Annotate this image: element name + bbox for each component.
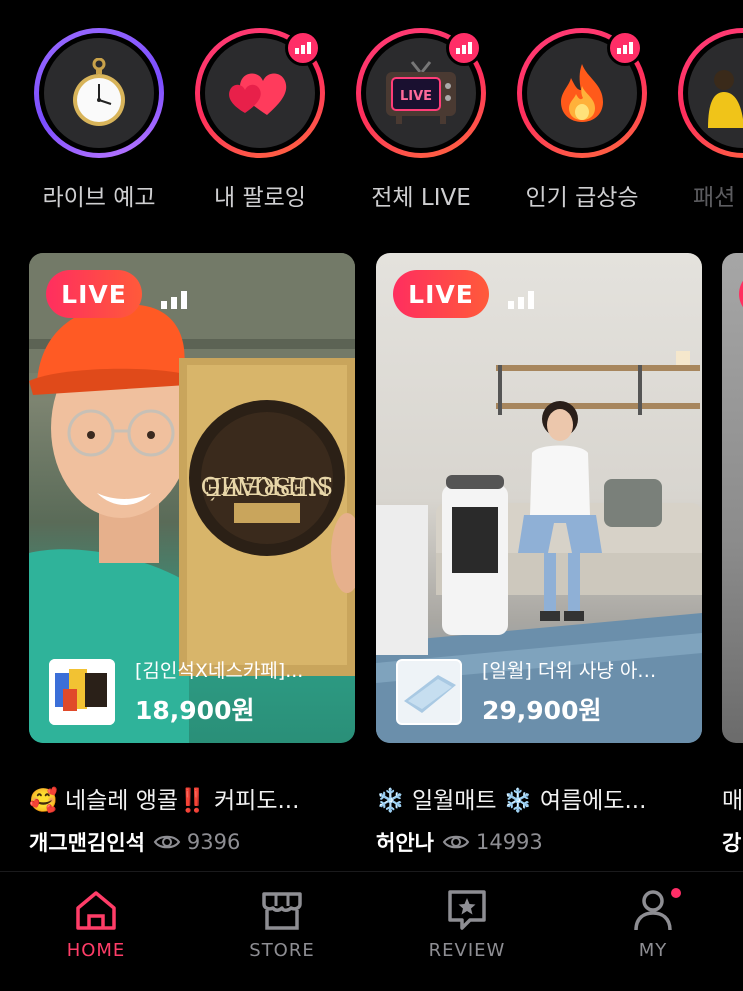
story-ring [678,28,743,158]
signal-bars-icon [508,289,534,309]
mat-product-image [398,660,460,723]
story-all-live[interactable]: LIVE 전체 LIVE [353,28,489,212]
person-icon [708,70,743,128]
live-signal-badge [446,30,482,66]
live-card[interactable]: NESCAFÉ SUPREMO LIVE [김인석X네스카페]... 18,90… [29,253,355,853]
story-label: 전체 LIVE [371,185,471,211]
view-count: 9396 [186,830,241,853]
story-ring [34,28,164,158]
live-title[interactable]: 매 [722,781,743,815]
nav-label: STORE [249,940,315,961]
eye-icon [153,835,181,849]
home-icon [76,891,116,930]
live-tv-icon: LIVE [386,61,456,124]
live-card-list: NESCAFÉ SUPREMO LIVE [김인석X네스카페]... 18,90… [0,253,743,853]
host-name[interactable]: 강 [722,827,741,853]
live-meta: 개그맨김인석 9396 [29,827,355,853]
live-badge [739,270,743,318]
live-meta: 허안나 14993 [376,827,702,853]
fire-icon [561,64,603,122]
live-card[interactable]: 매 강 [722,253,743,853]
live-title[interactable]: ❄️ 일월매트 ❄️ 여름에도... [376,781,706,815]
live-card[interactable]: LIVE [일월] 더위 사냥 아… 29,900원 ❄️ 일월매트 ❄️ 여름… [376,253,702,853]
story-row: 라이브 예고 내 팔로잉 LIVE 전체 LIVE 인기 급상승 패션 [0,28,743,218]
signal-bars-icon [617,42,633,54]
signal-bars-icon [295,42,311,54]
live-meta: 강 [722,827,743,853]
signal-bars-icon [161,289,187,309]
product-price: 18,900원 [135,696,255,725]
tv-live-text: LIVE [400,89,432,104]
hearts-icon [229,73,287,115]
live-signal-badge [285,30,321,66]
story-trending[interactable]: 인기 급상승 [514,28,650,212]
live-badge: LIVE [393,270,489,318]
nav-label: MY [638,940,668,961]
nav-my[interactable]: MY [583,888,723,961]
story-live-preview[interactable]: 라이브 예고 [31,28,167,212]
nav-review[interactable]: REVIEW [397,888,537,961]
story-ring [517,28,647,158]
view-count: 14993 [475,830,543,853]
signal-bars-icon [456,42,472,54]
story-label: 라이브 예고 [42,185,156,211]
product-price: 29,900원 [482,696,602,725]
nav-label: REVIEW [428,940,506,961]
featured-product[interactable]: [일월] 더위 사냥 아… 29,900원 [396,656,696,727]
story-following[interactable]: 내 팔로잉 [192,28,328,212]
live-thumbnail[interactable]: NESCAFÉ SUPREMO LIVE [김인석X네스카페]... 18,90… [29,253,355,743]
pocket-watch-icon [73,58,125,126]
nav-store[interactable]: STORE [212,888,352,961]
nav-label: HOME [66,940,126,961]
live-title[interactable]: 🥰 네슬레 앵콜‼️ 커피도... [29,781,359,815]
story-ring: LIVE [356,28,486,158]
product-name: [김인석X네스카페]... [135,660,304,682]
host-name[interactable]: 개그맨김인석 [29,827,145,853]
bottom-nav: HOME STORE REVIEW MY [0,871,743,991]
product-thumbnail[interactable] [396,658,462,725]
story-label: 인기 급상승 [525,185,639,211]
user-icon [634,890,672,931]
host-name[interactable]: 허안나 [376,827,434,853]
review-star-icon [448,890,486,930]
live-thumbnail[interactable] [722,253,743,743]
product-name: [일월] 더위 사냥 아… [482,660,657,682]
coffee-product-image [49,658,115,725]
store-icon [262,892,302,930]
story-fashion[interactable]: 패션 [675,28,743,212]
nav-home[interactable]: HOME [26,888,166,961]
eye-icon [442,835,470,849]
live-badge: LIVE [46,270,142,318]
story-label: 내 팔로잉 [214,185,306,211]
story-label: 패션 [693,185,736,211]
notification-dot [671,888,681,898]
live-signal-badge [607,30,643,66]
product-thumbnail[interactable] [49,658,115,725]
featured-product[interactable]: [김인석X네스카페]... 18,900원 [49,656,349,727]
svg-text:SUPREMO: SUPREMO [201,471,334,499]
story-ring [195,28,325,158]
live-thumbnail[interactable]: LIVE [일월] 더위 사냥 아… 29,900원 [376,253,702,743]
